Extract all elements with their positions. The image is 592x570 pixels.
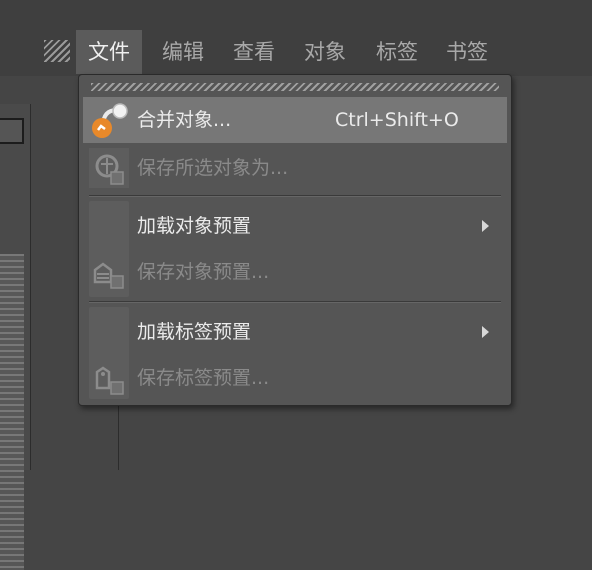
save-tag-preset-icon <box>95 366 124 395</box>
submenu-arrow-icon <box>482 220 489 232</box>
viewport-strip <box>0 254 24 570</box>
load-tag-preset-label: 加载标签预置 <box>137 321 252 343</box>
menu-item-save-object-preset[interactable]: 保存对象预置... <box>83 249 507 295</box>
menu-bookmark[interactable]: 书签 <box>434 30 500 74</box>
menubar: 文件 编辑 查看 对象 标签 书签 <box>0 0 592 76</box>
divider <box>118 404 119 470</box>
menu-separator <box>89 301 501 303</box>
save-object-preset-label: 保存对象预置... <box>137 261 270 283</box>
menu-item-load-tag-preset[interactable]: 加载标签预置 <box>83 309 507 355</box>
merge-objects-icon <box>92 103 128 138</box>
save-tag-preset-label: 保存标签预置... <box>137 367 270 389</box>
panel-tab[interactable] <box>0 118 24 144</box>
submenu-arrow-icon <box>482 326 489 338</box>
merge-objects-shortcut: Ctrl+Shift+O <box>335 109 459 131</box>
save-selected-label: 保存所选对象为... <box>137 157 289 179</box>
save-object-preset-icon <box>93 262 124 289</box>
merge-objects-label: 合并对象... <box>137 109 232 131</box>
menu-item-save-selected[interactable]: 保存所选对象为... <box>83 145 507 191</box>
menubar-grip-icon[interactable] <box>44 40 70 62</box>
menu-object[interactable]: 对象 <box>292 30 358 74</box>
menu-tag[interactable]: 标签 <box>364 30 430 74</box>
menu-edit[interactable]: 编辑 <box>150 30 216 74</box>
save-selected-icon <box>89 148 129 188</box>
menu-tearoff-handle[interactable] <box>91 83 499 91</box>
load-object-preset-label: 加载对象预置 <box>137 215 252 237</box>
menu-view[interactable]: 查看 <box>221 30 287 74</box>
left-panel <box>0 104 31 570</box>
menu-item-merge-objects[interactable]: 合并对象... Ctrl+Shift+O <box>83 97 507 143</box>
file-menu-dropdown: 合并对象... Ctrl+Shift+O 保存所选对象为... 加载对象预置 保… <box>78 74 512 406</box>
menu-item-save-tag-preset[interactable]: 保存标签预置... <box>83 355 507 401</box>
menu-separator <box>89 195 501 197</box>
menu-item-load-object-preset[interactable]: 加载对象预置 <box>83 203 507 249</box>
menu-file[interactable]: 文件 <box>76 30 142 74</box>
